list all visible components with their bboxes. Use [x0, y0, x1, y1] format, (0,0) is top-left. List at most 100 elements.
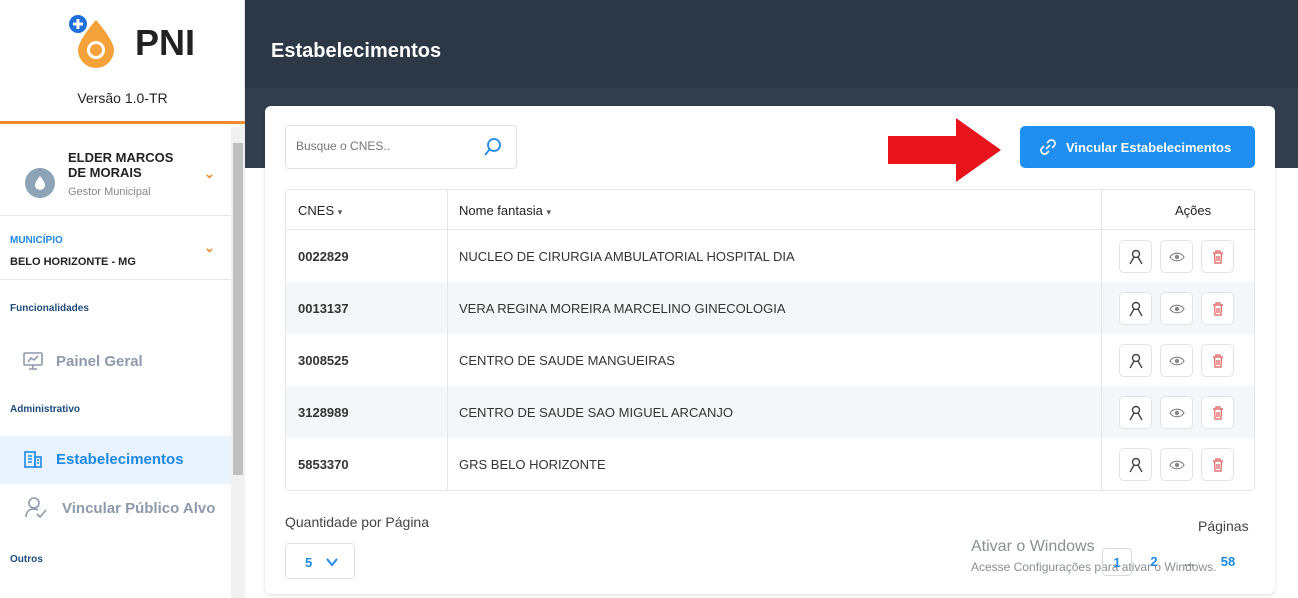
sidebar-scroll-thumb[interactable]	[233, 143, 243, 475]
trash-icon	[1213, 458, 1223, 472]
avatar	[25, 168, 55, 198]
page-link-2[interactable]: 2	[1147, 548, 1161, 576]
search-icon[interactable]	[483, 137, 503, 157]
column-divider	[447, 190, 448, 490]
assign-user-button[interactable]	[1119, 448, 1152, 481]
sort-icon[interactable]: ▾	[338, 207, 343, 217]
table-row: 0013137 VERA REGINA MOREIRA MARCELINO GI…	[286, 282, 1254, 334]
column-header-cnes[interactable]: CNES ▾	[298, 203, 342, 218]
user-menu[interactable]: ELDER MARCOS DE MORAIS Gestor Municipal …	[0, 128, 231, 216]
drop-icon	[35, 176, 45, 190]
table-row: 0022829 NUCLEO DE CIRURGIA AMBULATORIAL …	[286, 230, 1254, 282]
red-arrow-icon	[888, 118, 1001, 182]
nome-cell: NUCLEO DE CIRURGIA AMBULATORIAL HOSPITAL…	[459, 249, 795, 264]
trash-icon	[1213, 354, 1223, 368]
windows-watermark-title: Ativar o Windows	[971, 538, 1095, 555]
view-button[interactable]	[1160, 448, 1193, 481]
delete-button[interactable]	[1201, 448, 1234, 481]
user-icon	[1129, 301, 1143, 317]
assign-user-button[interactable]	[1119, 292, 1152, 325]
table-row: 3008525 CENTRO DE SAUDE MANGUEIRAS	[286, 334, 1254, 386]
assign-user-button[interactable]	[1119, 396, 1152, 429]
link-icon	[1040, 139, 1056, 155]
nome-cell: VERA REGINA MOREIRA MARCELINO GINECOLOGI…	[459, 301, 786, 316]
delete-button[interactable]	[1201, 396, 1234, 429]
eye-icon	[1169, 356, 1185, 366]
assign-user-button[interactable]	[1119, 344, 1152, 377]
sidebar-item-painel-geral[interactable]: Painel Geral	[0, 338, 231, 386]
delete-button[interactable]	[1201, 292, 1234, 325]
trash-icon	[1213, 302, 1223, 316]
eye-icon	[1169, 408, 1185, 418]
sidebar-item-vincular-publico-alvo[interactable]: Vincular Público Alvo	[0, 485, 231, 533]
chevron-down-icon[interactable]: ⌄	[204, 240, 215, 256]
page-link-58[interactable]: 58	[1214, 548, 1242, 576]
chevron-down-icon[interactable]: ⌄	[204, 166, 215, 182]
view-button[interactable]	[1160, 396, 1193, 429]
logo[interactable]: PNI Versão 1.0-TR	[0, 0, 245, 120]
column-header-acoes: Ações	[1175, 203, 1212, 218]
municipio-label: MUNICÍPIO	[10, 235, 63, 246]
cnes-cell: 3008525	[298, 353, 349, 368]
app-name: PNI	[135, 22, 196, 63]
user-icon	[1129, 405, 1143, 421]
municipio-value: BELO HORIZONTE - MG	[10, 256, 136, 268]
sidebar-item-label: Vincular Público Alvo	[62, 500, 216, 517]
estabelecimentos-table: CNES ▾ Nome fantasia ▾ Ações 0022829 NUC…	[285, 189, 1255, 491]
nome-cell: CENTRO DE SAUDE MANGUEIRAS	[459, 353, 675, 368]
section-administrativo: Administrativo	[10, 404, 81, 415]
dashboard-icon	[23, 352, 43, 370]
cnes-cell: 3128989	[298, 405, 349, 420]
user-role: Gestor Municipal	[68, 186, 151, 198]
user-icon	[1129, 249, 1143, 265]
windows-watermark-subtitle: Acesse Configurações para ativar o Windo…	[971, 560, 1217, 574]
top-bar: Estabelecimentos	[245, 0, 1298, 88]
trash-icon	[1213, 250, 1223, 264]
column-header-nome[interactable]: Nome fantasia ▾	[459, 203, 551, 218]
assign-user-button[interactable]	[1119, 240, 1152, 273]
vincular-button-label: Vincular Estabelecimentos	[1066, 140, 1232, 155]
page-link-1[interactable]: 1	[1102, 548, 1132, 576]
per-page-select[interactable]: 5	[285, 543, 355, 579]
delete-button[interactable]	[1201, 240, 1234, 273]
cnes-cell: 0013137	[298, 301, 349, 316]
sidebar: PNI Versão 1.0-TR ELDER MARCOS DE MORAIS…	[0, 0, 245, 598]
column-divider	[1101, 190, 1102, 490]
section-outros: Outros	[10, 554, 43, 565]
table-row: 5853370 GRS BELO HORIZONTE	[286, 438, 1254, 490]
sidebar-item-estabelecimentos[interactable]: Estabelecimentos	[0, 436, 231, 484]
pni-logo-icon	[69, 15, 114, 68]
cnes-cell: 5853370	[298, 457, 349, 472]
app-version: Versão 1.0-TR	[77, 90, 168, 106]
view-button[interactable]	[1160, 344, 1193, 377]
table-row: 3128989 CENTRO DE SAUDE SAO MIGUEL ARCAN…	[286, 386, 1254, 438]
sort-icon[interactable]: ▾	[546, 207, 551, 217]
delete-button[interactable]	[1201, 344, 1234, 377]
sidebar-item-label: Estabelecimentos	[56, 451, 184, 468]
accent-divider	[0, 121, 245, 124]
view-button[interactable]	[1160, 240, 1193, 273]
eye-icon	[1169, 460, 1185, 470]
per-page-value: 5	[305, 555, 313, 570]
search-box[interactable]	[285, 125, 517, 169]
nome-cell: GRS BELO HORIZONTE	[459, 457, 606, 472]
chevron-down-icon	[326, 558, 338, 567]
municipio-selector[interactable]: MUNICÍPIO BELO HORIZONTE - MG ⌄	[0, 218, 231, 280]
user-icon	[1129, 353, 1143, 369]
eye-icon	[1169, 252, 1185, 262]
trash-icon	[1213, 406, 1223, 420]
pages-label: Páginas	[1198, 518, 1249, 534]
nome-cell: CENTRO DE SAUDE SAO MIGUEL ARCANJO	[459, 405, 734, 420]
main-card: Vincular Estabelecimentos CNES ▾ Nome fa…	[265, 106, 1275, 594]
vincular-estabelecimentos-button[interactable]: Vincular Estabelecimentos	[1020, 126, 1255, 168]
search-input[interactable]	[296, 139, 456, 153]
view-button[interactable]	[1160, 292, 1193, 325]
building-icon	[24, 451, 42, 468]
eye-icon	[1169, 304, 1185, 314]
sidebar-item-label: Painel Geral	[56, 353, 143, 370]
per-page-label: Quantidade por Página	[285, 514, 429, 530]
user-check-icon	[25, 497, 47, 519]
page-title: Estabelecimentos	[271, 40, 442, 62]
user-name: ELDER MARCOS DE MORAIS	[68, 150, 174, 180]
cnes-cell: 0022829	[298, 249, 349, 264]
